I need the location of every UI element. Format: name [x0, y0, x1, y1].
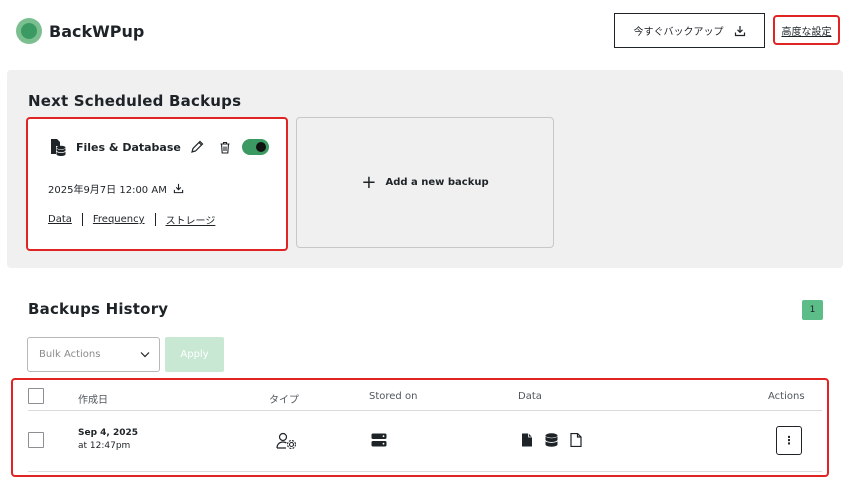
apply-button[interactable]: Apply: [165, 337, 224, 372]
advanced-settings-link[interactable]: 高度な設定: [782, 23, 832, 38]
download-icon[interactable]: [173, 183, 184, 194]
backup-time: at 12:47pm: [78, 441, 131, 451]
select-all-checkbox[interactable]: [28, 388, 44, 404]
backwpup-logo[interactable]: BackWPup: [16, 18, 144, 44]
logo-icon: [16, 18, 42, 44]
toggle-knob: [255, 142, 266, 152]
header-divider: [28, 410, 822, 411]
column-header-type: タイプ: [269, 395, 299, 406]
backup-now-button[interactable]: 今すぐバックアップ: [614, 13, 765, 48]
page-number-badge[interactable]: 1: [802, 300, 823, 320]
job-links: Data Frequency ストレージ: [48, 212, 215, 227]
backup-date: Sep 4, 2025: [78, 428, 139, 438]
row-actions-button[interactable]: ⋮: [776, 426, 802, 455]
pencil-icon[interactable]: [190, 140, 204, 154]
row-checkbox[interactable]: [28, 432, 44, 448]
database-icon: [545, 433, 558, 447]
server-icon: [371, 433, 387, 447]
add-new-backup-label: Add a new backup: [385, 177, 489, 188]
next-run-date: 2025年9月7日 12:00 AM: [48, 181, 184, 196]
app-name: BackWPup: [49, 21, 145, 41]
backup-now-label: 今すぐバックアップ: [633, 27, 724, 38]
job-link-frequency[interactable]: Frequency: [93, 214, 145, 225]
user-gear-icon: [276, 432, 298, 450]
backups-history-title: Backups History: [28, 300, 169, 318]
job-link-storage[interactable]: ストレージ: [166, 212, 216, 227]
column-header-stored-on: Stored on: [369, 391, 418, 402]
files-database-icon: [51, 139, 66, 156]
backup-data-icons: [521, 433, 594, 447]
add-new-backup-card[interactable]: + Add a new backup: [296, 117, 554, 248]
row-divider: [28, 471, 822, 472]
next-run-text: 2025年9月7日 12:00 AM: [48, 185, 167, 196]
job-header: Files & Database: [50, 138, 269, 156]
trash-icon[interactable]: [219, 141, 231, 154]
backup-date-cell: Sep 4, 2025 at 12:47pm: [78, 428, 138, 451]
scheduled-backups-title: Next Scheduled Backups: [28, 92, 242, 110]
column-header-actions: Actions: [768, 391, 805, 402]
download-icon: [734, 25, 745, 36]
job-name: Files & Database: [76, 140, 181, 154]
column-header-data: Data: [518, 391, 542, 402]
plus-icon: +: [361, 171, 377, 193]
file-outline-icon: [570, 433, 582, 447]
job-enabled-toggle[interactable]: [241, 139, 269, 155]
link-divider: [154, 213, 156, 226]
scheduled-job-card: Files & Database 2025年9月7日 12:00 AM Data…: [26, 117, 288, 251]
scheduled-backups-panel: Next Scheduled Backups Files & Database …: [7, 70, 843, 268]
bulk-actions-label: Bulk Actions: [39, 349, 101, 360]
bulk-actions-select[interactable]: Bulk Actions: [27, 337, 160, 372]
advanced-settings-highlight: 高度な設定: [773, 15, 840, 45]
column-header-created[interactable]: 作成日: [78, 391, 108, 406]
file-icon: [521, 433, 533, 447]
link-divider: [81, 213, 83, 226]
backups-history-table: 作成日 タイプ Stored on Data Actions Sep 4, 20…: [11, 378, 829, 477]
job-link-data[interactable]: Data: [48, 214, 72, 225]
chevron-down-icon: [140, 352, 150, 358]
